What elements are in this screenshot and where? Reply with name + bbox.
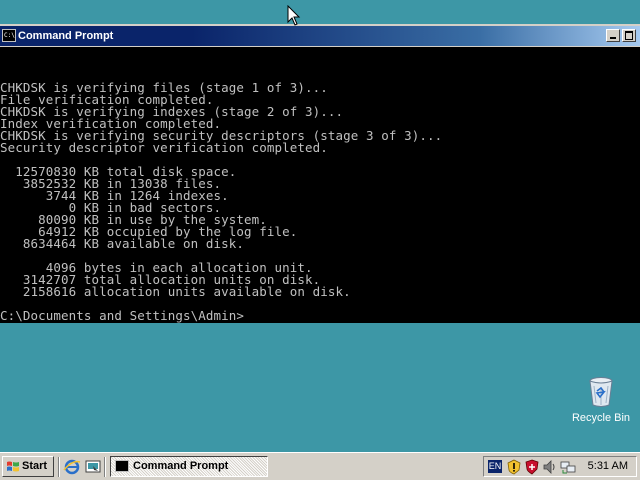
taskbar-button-label: Command Prompt	[133, 460, 229, 472]
recycle-bin-label: Recycle Bin	[571, 412, 631, 424]
start-label: Start	[22, 460, 48, 472]
cmd-icon[interactable]: C:\	[2, 29, 16, 42]
desktop: C:\ Command Prompt CHKDSK is verifying f…	[0, 0, 640, 452]
internet-explorer-icon[interactable]	[63, 458, 81, 476]
clock[interactable]: 5:31 AM	[588, 457, 628, 476]
security-alert-icon[interactable]	[506, 459, 522, 475]
windows-logo-icon	[7, 461, 19, 472]
mouse-cursor-icon	[287, 5, 301, 26]
start-button[interactable]: Start	[2, 456, 54, 477]
taskbar: Start Command Prompt EN 5:31 AM	[0, 452, 640, 480]
recycle-bin[interactable]: Recycle Bin	[566, 376, 636, 424]
cmd-icon	[115, 460, 129, 472]
volume-icon[interactable]	[542, 459, 558, 475]
language-indicator[interactable]: EN	[488, 460, 502, 473]
console-output: CHKDSK is verifying files (stage 1 of 3)…	[0, 80, 443, 323]
show-desktop-icon[interactable]	[84, 458, 102, 476]
minimize-button[interactable]	[606, 29, 620, 42]
window-title: Command Prompt	[18, 30, 114, 42]
shield-icon[interactable]	[524, 459, 540, 475]
window-titlebar[interactable]: C:\ Command Prompt	[0, 26, 640, 46]
network-icon[interactable]	[560, 459, 576, 475]
taskbar-separator	[58, 457, 60, 477]
recycle-bin-icon[interactable]	[588, 376, 614, 408]
system-tray: EN 5:31 AM	[483, 456, 637, 477]
command-prompt-window[interactable]: C:\ Command Prompt CHKDSK is verifying f…	[0, 24, 640, 323]
maximize-button[interactable]	[622, 29, 636, 42]
taskbar-button-command-prompt[interactable]: Command Prompt	[110, 456, 268, 477]
console-area[interactable]: CHKDSK is verifying files (stage 1 of 3)…	[0, 47, 640, 323]
taskbar-separator	[104, 457, 106, 477]
